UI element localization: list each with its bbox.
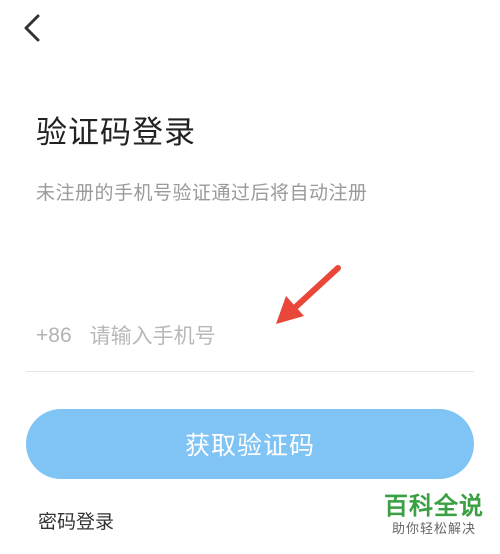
watermark-main-text: 百科全说 (384, 492, 484, 520)
watermark-logo: 百科全说 助你轻松解决 (374, 491, 494, 539)
page-title: 验证码登录 (36, 115, 196, 151)
input-divider (26, 371, 474, 372)
country-code[interactable]: +86 (36, 324, 72, 348)
login-page: 验证码登录 未注册的手机号验证通过后将自动注册 +86 获取验证码 密码登录 百… (0, 0, 500, 554)
red-arrow-icon (276, 265, 341, 324)
get-code-button[interactable]: 获取验证码 (26, 409, 474, 479)
back-button[interactable] (14, 10, 50, 46)
page-subtitle: 未注册的手机号验证通过后将自动注册 (36, 182, 368, 204)
phone-input-row: +86 (36, 316, 456, 356)
password-login-link[interactable]: 密码登录 (38, 507, 114, 534)
chevron-left-icon (24, 14, 40, 42)
watermark-sub-text: 助你轻松解决 (391, 522, 476, 537)
